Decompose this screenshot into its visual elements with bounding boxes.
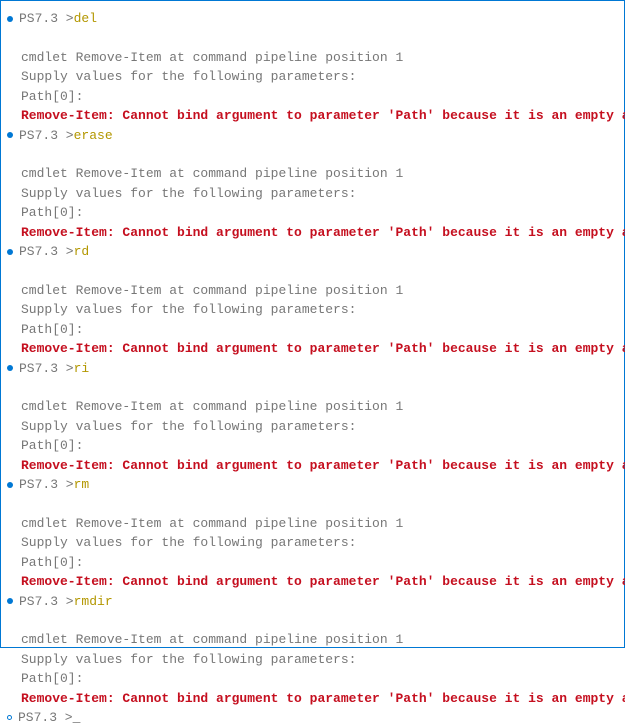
terminal-window[interactable]: PS7.3 > del cmdlet Remove-Item at command… [0,0,625,648]
pipeline-message: cmdlet Remove-Item at command pipeline p… [5,397,620,417]
prompt-line[interactable]: PS7.3 > rmdir [5,592,620,612]
prompt-line[interactable]: PS7.3 > rd [5,242,620,262]
blank-line [5,611,620,630]
cursor: _ [73,708,81,728]
command-text: del [74,9,97,29]
path-prompt: Path[0]: [5,436,620,456]
error-message: Remove-Item: Cannot bind argument to par… [5,689,620,709]
path-prompt: Path[0]: [5,669,620,689]
blank-line [5,29,620,48]
supply-values-message: Supply values for the following paramete… [5,300,620,320]
supply-values-message: Supply values for the following paramete… [5,67,620,87]
error-message: Remove-Item: Cannot bind argument to par… [5,572,620,592]
pipeline-message: cmdlet Remove-Item at command pipeline p… [5,164,620,184]
error-message: Remove-Item: Cannot bind argument to par… [5,223,620,243]
blank-line [5,378,620,397]
supply-values-message: Supply values for the following paramete… [5,417,620,437]
prompt-line[interactable]: PS7.3 > rm [5,475,620,495]
prompt-line[interactable]: PS7.3 > ri [5,359,620,379]
bullet-filled-icon [7,249,13,255]
command-text: ri [74,359,90,379]
pipeline-message: cmdlet Remove-Item at command pipeline p… [5,281,620,301]
prompt-label: PS7.3 > [19,9,74,29]
prompt-label: PS7.3 > [18,708,73,728]
path-prompt: Path[0]: [5,203,620,223]
prompt-line[interactable]: PS7.3 > _ [5,708,620,728]
blank-line [5,145,620,164]
error-message: Remove-Item: Cannot bind argument to par… [5,106,620,126]
command-text: rm [74,475,90,495]
bullet-filled-icon [7,132,13,138]
error-message: Remove-Item: Cannot bind argument to par… [5,456,620,476]
command-text: rd [74,242,90,262]
command-text: rmdir [74,592,113,612]
path-prompt: Path[0]: [5,87,620,107]
error-message: Remove-Item: Cannot bind argument to par… [5,339,620,359]
command-text: erase [74,126,113,146]
prompt-label: PS7.3 > [19,242,74,262]
prompt-line[interactable]: PS7.3 > del [5,9,620,29]
bullet-filled-icon [7,482,13,488]
supply-values-message: Supply values for the following paramete… [5,650,620,670]
supply-values-message: Supply values for the following paramete… [5,533,620,553]
prompt-label: PS7.3 > [19,475,74,495]
bullet-filled-icon [7,598,13,604]
supply-values-message: Supply values for the following paramete… [5,184,620,204]
bullet-filled-icon [7,365,13,371]
path-prompt: Path[0]: [5,553,620,573]
prompt-label: PS7.3 > [19,126,74,146]
prompt-label: PS7.3 > [19,359,74,379]
path-prompt: Path[0]: [5,320,620,340]
bullet-filled-icon [7,16,13,22]
pipeline-message: cmdlet Remove-Item at command pipeline p… [5,48,620,68]
pipeline-message: cmdlet Remove-Item at command pipeline p… [5,514,620,534]
blank-line [5,495,620,514]
blank-line [5,262,620,281]
prompt-label: PS7.3 > [19,592,74,612]
prompt-line[interactable]: PS7.3 > erase [5,126,620,146]
pipeline-message: cmdlet Remove-Item at command pipeline p… [5,630,620,650]
bullet-hollow-icon [7,715,12,720]
